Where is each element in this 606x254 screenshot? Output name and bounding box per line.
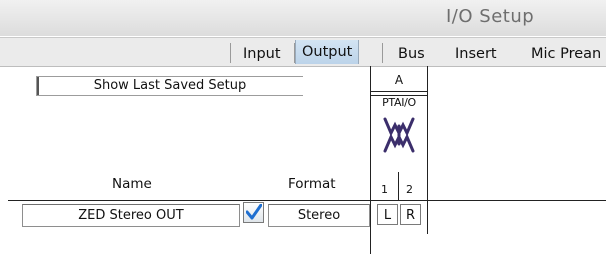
tab-bar: Input Output Bus Insert Mic Prean [0,37,606,67]
tab-separator [230,43,231,63]
digidesign-logo-icon [383,117,415,153]
grid-divider [398,172,399,201]
path-format-selector[interactable]: Stereo [268,204,370,227]
tab-mic-preamp[interactable]: Mic Prean [531,46,601,62]
channel-label-2: 2 [406,183,413,196]
window-title: I/O Setup [446,6,535,27]
path-name-field[interactable]: ZED Stereo OUT [22,204,240,227]
checkmark-icon [246,204,262,220]
device-name-label: PTAI/O [382,96,416,109]
column-header-format: Format [288,176,336,192]
tab-bus[interactable]: Bus [398,46,425,62]
title-bar: I/O Setup [0,0,606,36]
channel-assign-right[interactable]: R [400,204,421,225]
tab-insert[interactable]: Insert [455,46,497,62]
tab-input[interactable]: Input [243,46,281,62]
tab-separator [382,43,383,63]
grid-divider [427,66,428,234]
tab-output[interactable]: Output [295,40,360,64]
column-header-name: Name [112,176,152,192]
channel-assign-left[interactable]: L [377,204,398,225]
show-last-saved-setup-button[interactable]: Show Last Saved Setup [36,76,303,96]
grid-divider [371,91,427,92]
channel-label-1: 1 [381,183,388,196]
path-active-checkbox[interactable] [243,202,264,223]
output-block-label: A [394,73,404,87]
row-divider [8,200,606,201]
